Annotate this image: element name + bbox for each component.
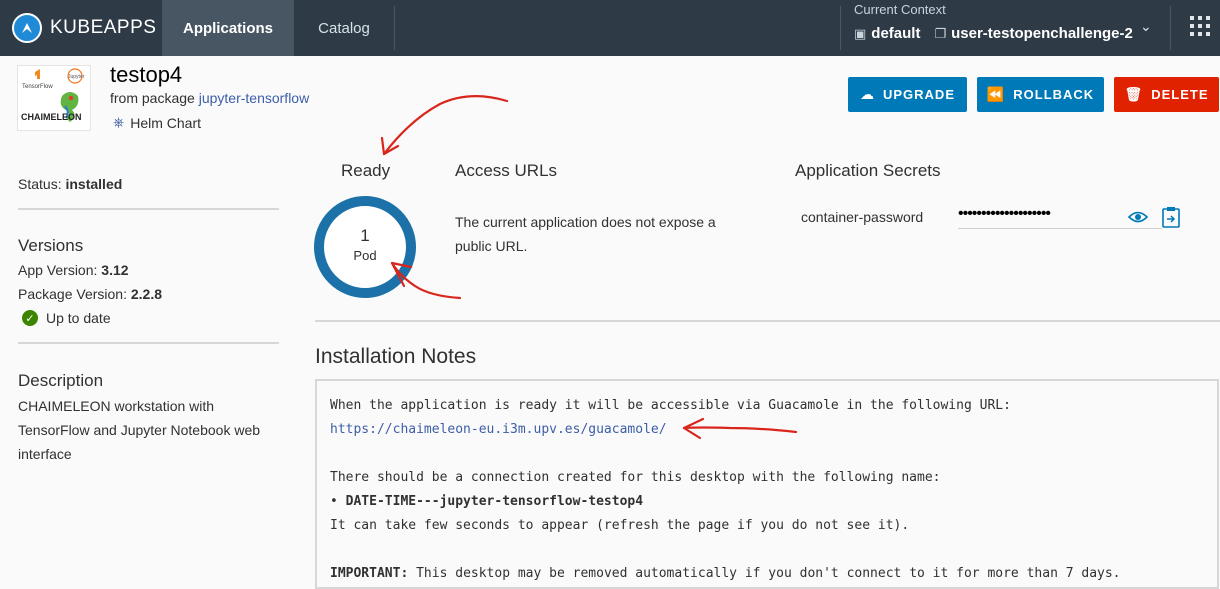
annotation-arrow xyxy=(382,95,509,156)
annotation-arrow xyxy=(682,426,798,434)
annotation-overlay xyxy=(380,95,798,440)
